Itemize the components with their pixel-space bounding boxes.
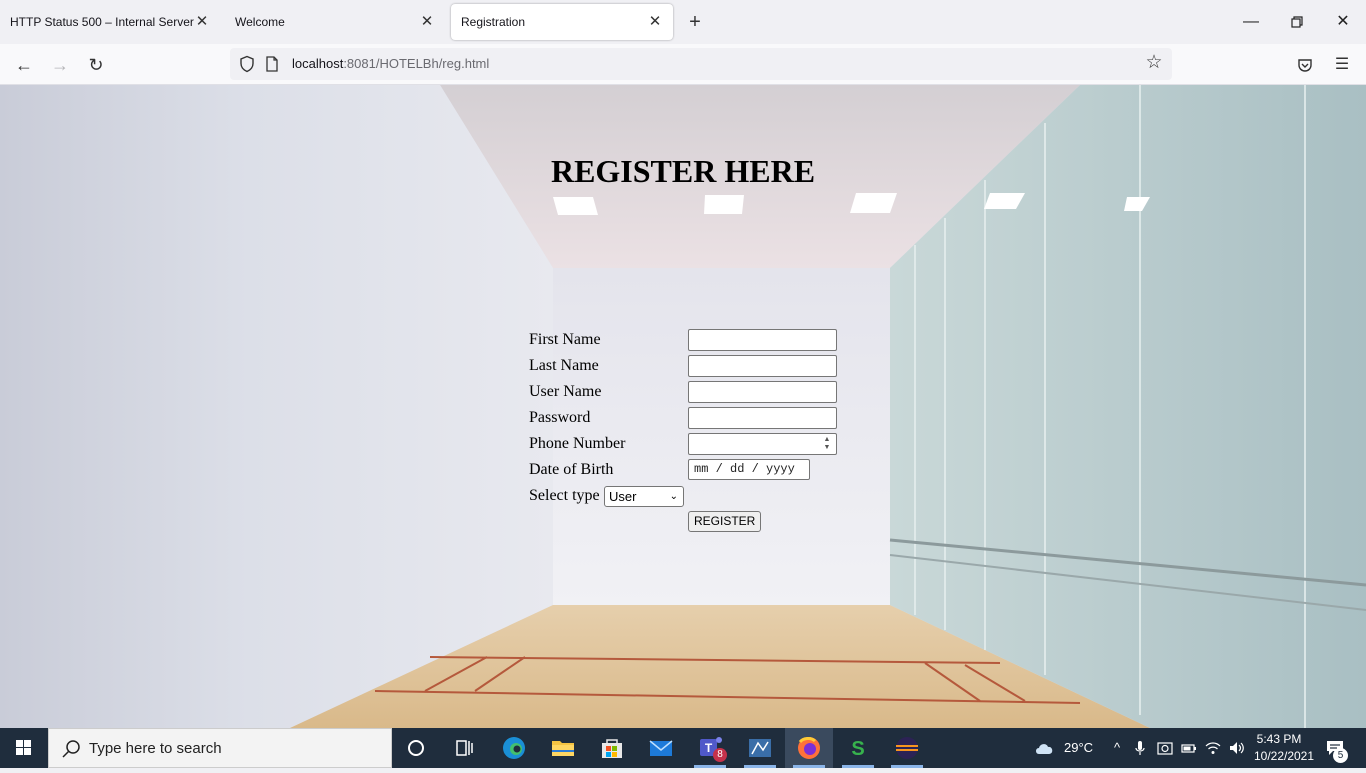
- select-type-label: Select type: [529, 487, 600, 504]
- bookmark-star-icon[interactable]: ☆: [1144, 53, 1164, 73]
- user-type-select[interactable]: User ⌄: [604, 486, 684, 507]
- close-tab-icon[interactable]: ✕: [647, 14, 663, 30]
- cortana-icon[interactable]: [392, 728, 440, 768]
- mail-icon[interactable]: [637, 728, 685, 768]
- password-row: Password: [529, 407, 849, 429]
- page-content: REGISTER HERE First Name Last Name User …: [0, 85, 1366, 728]
- password-label: Password: [529, 409, 591, 426]
- taskbar-search-box[interactable]: Type here to search: [48, 728, 392, 768]
- eclipse-icon[interactable]: [883, 728, 931, 768]
- volume-icon[interactable]: [1228, 740, 1244, 756]
- last-name-input[interactable]: [688, 355, 837, 377]
- weather-temperature[interactable]: 29°C: [1064, 740, 1093, 755]
- select-value: User: [609, 489, 637, 504]
- number-spinner-icon[interactable]: ▲ ▼: [822, 436, 832, 452]
- task-view-icon[interactable]: [440, 728, 488, 768]
- clock-time[interactable]: 5:43 PM: [1256, 732, 1302, 746]
- first-name-row: First Name: [529, 329, 849, 351]
- svg-text:T: T: [705, 741, 713, 755]
- address-bar[interactable]: localhost:8081/HOTELBh/reg.html ☆: [230, 48, 1172, 80]
- clock-date[interactable]: 10/22/2021: [1251, 749, 1317, 763]
- new-tab-plus-icon[interactable]: +: [684, 11, 706, 33]
- app-s-icon[interactable]: S: [834, 728, 882, 768]
- search-placeholder: Type here to search: [89, 740, 222, 757]
- mysql-workbench-icon[interactable]: [736, 728, 784, 768]
- tab-title: HTTP Status 500 – Internal Server Error: [10, 15, 194, 29]
- password-input[interactable]: [688, 407, 837, 429]
- last-name-row: Last Name: [529, 355, 849, 377]
- last-name-label: Last Name: [529, 357, 599, 374]
- tab-welcome[interactable]: Welcome ✕: [225, 4, 445, 40]
- user-name-row: User Name: [529, 381, 849, 403]
- microsoft-store-icon[interactable]: [588, 728, 636, 768]
- phone-number-label: Phone Number: [529, 435, 626, 452]
- camera-in-use-icon[interactable]: [1157, 740, 1173, 756]
- back-arrow-icon[interactable]: ←: [9, 50, 39, 80]
- phone-row: Phone Number ▲ ▼: [529, 433, 849, 455]
- minimize-icon[interactable]: —: [1237, 8, 1265, 36]
- register-button[interactable]: REGISTER: [688, 511, 762, 532]
- date-of-birth-label: Date of Birth: [529, 461, 614, 478]
- restore-icon[interactable]: [1283, 8, 1311, 36]
- page-heading: REGISTER HERE: [550, 153, 816, 189]
- tab-title: Registration: [461, 15, 526, 29]
- dob-row: Date of Birth mm / dd / yyyy: [529, 459, 849, 481]
- submit-row: REGISTER: [529, 511, 849, 533]
- user-name-input[interactable]: [688, 381, 837, 403]
- edge-browser-icon[interactable]: [490, 728, 538, 768]
- search-icon: [62, 740, 80, 758]
- first-name-label: First Name: [529, 331, 601, 348]
- close-tab-icon[interactable]: ✕: [419, 14, 435, 30]
- reload-icon[interactable]: ↻: [81, 50, 111, 80]
- tab-title: Welcome: [235, 15, 285, 29]
- select-type-row: Select type User ⌄: [529, 485, 849, 507]
- user-name-label: User Name: [529, 383, 602, 400]
- url-path: :8081/HOTELBh/reg.html: [343, 56, 490, 71]
- first-name-input[interactable]: [688, 329, 837, 351]
- chevron-down-icon: ⌄: [669, 491, 678, 502]
- notification-count-badge: 5: [1333, 748, 1348, 763]
- page-info-icon[interactable]: [265, 56, 279, 72]
- window-close-icon[interactable]: ✕: [1329, 8, 1357, 36]
- url-text[interactable]: localhost:8081/HOTELBh/reg.html: [292, 56, 489, 71]
- pocket-icon[interactable]: [1290, 50, 1320, 80]
- microphone-icon[interactable]: [1132, 740, 1148, 756]
- forward-arrow-icon[interactable]: →: [45, 50, 75, 80]
- tab-http-status-500[interactable]: HTTP Status 500 – Internal Server Error …: [0, 4, 220, 40]
- phone-number-input[interactable]: ▲ ▼: [688, 433, 837, 455]
- svg-text:S: S: [851, 738, 864, 760]
- teams-icon[interactable]: T 8: [686, 728, 734, 768]
- firefox-icon[interactable]: [785, 728, 833, 768]
- windows-taskbar: Type here to search T 8 S 29°C ^ 5:43 PM…: [0, 728, 1366, 768]
- tab-strip: HTTP Status 500 – Internal Server Error …: [0, 0, 1366, 44]
- date-of-birth-input[interactable]: mm / dd / yyyy: [688, 459, 810, 480]
- wifi-icon[interactable]: [1205, 740, 1221, 756]
- teams-notification-badge: 8: [713, 748, 727, 762]
- file-explorer-icon[interactable]: [539, 728, 587, 768]
- tab-registration[interactable]: Registration ✕: [451, 4, 673, 40]
- url-host: localhost: [292, 56, 344, 71]
- navigation-toolbar: ← → ↻ localhost:8081/HOTELBh/reg.html ☆ …: [0, 44, 1366, 85]
- close-tab-icon[interactable]: ✕: [194, 14, 210, 30]
- show-hidden-icons-chevron-up-icon[interactable]: ^: [1109, 740, 1125, 756]
- hamburger-menu-icon[interactable]: ☰: [1327, 50, 1357, 80]
- tracking-shield-icon[interactable]: [238, 55, 256, 73]
- weather-cloud-icon[interactable]: [1034, 740, 1056, 756]
- windows-start-icon[interactable]: [0, 728, 48, 768]
- battery-icon[interactable]: [1181, 740, 1197, 756]
